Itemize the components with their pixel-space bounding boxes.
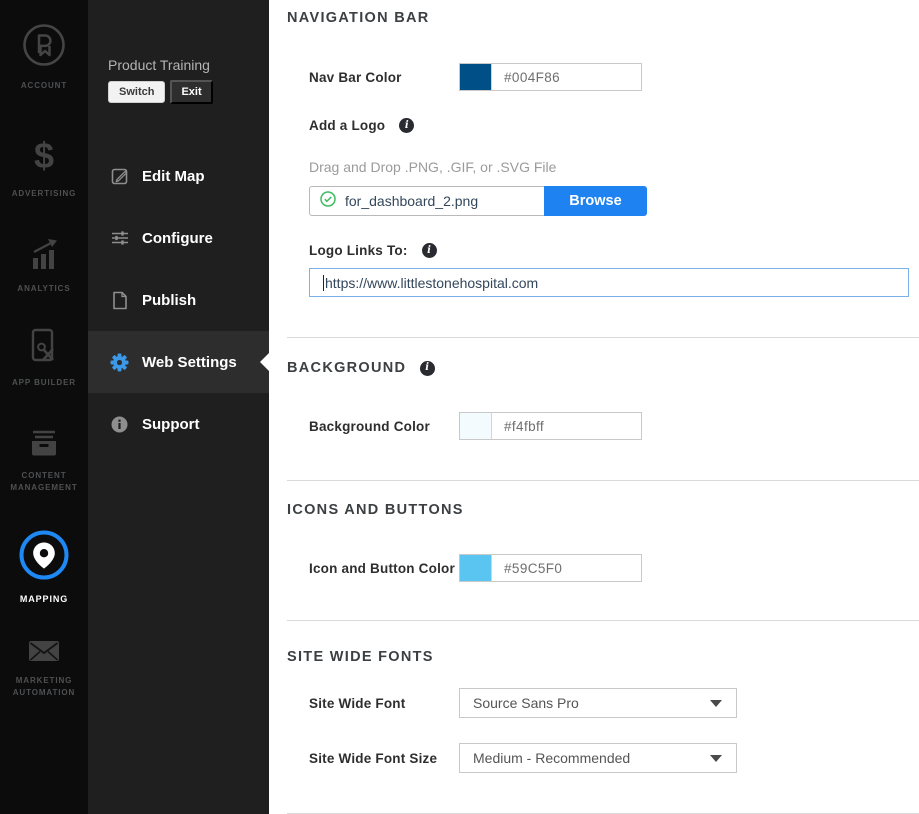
bar-chart-icon — [26, 237, 62, 276]
icon-button-color-swatch[interactable] — [460, 555, 492, 581]
nav-bar-color-swatch[interactable] — [460, 64, 492, 90]
check-circle-icon — [320, 191, 336, 212]
background-info-icon[interactable]: i — [420, 361, 435, 376]
sidebar-item-label: APP BUILDER — [12, 377, 76, 389]
secondary-sidebar: Product Training Switch Exit Edit Map — [88, 0, 269, 814]
section-title: ICONS AND BUTTONS — [287, 502, 464, 518]
web-settings-panel: NAVIGATION BAR Nav Bar Color #004F86 Add… — [269, 0, 919, 814]
background-color-swatch[interactable] — [460, 413, 492, 439]
sidebar-item-label: ANALYTICS — [17, 283, 70, 295]
switch-button[interactable]: Switch — [108, 81, 165, 103]
icon-button-color-row: Icon and Button Color #59C5F0 — [309, 554, 919, 582]
gear-icon — [110, 353, 129, 372]
add-logo-info-icon[interactable]: i — [399, 118, 414, 133]
section-divider — [287, 480, 919, 481]
nav-item-label: Publish — [142, 292, 196, 309]
text-cursor — [323, 275, 324, 291]
section-heading-background: BACKGROUND i — [287, 360, 919, 376]
sidebar-item-label: CONTENT MANAGEMENT — [0, 470, 88, 494]
logo-links-label: Logo Links To: — [309, 243, 408, 258]
site-wide-font-label: Site Wide Font — [309, 696, 459, 711]
active-item-arrow-icon — [260, 353, 269, 371]
sidebar-item-marketing-automation[interactable]: MARKETING AUTOMATION — [0, 639, 88, 699]
nav-item-label: Edit Map — [142, 168, 205, 185]
phone-tools-icon — [26, 327, 62, 370]
section-title: SITE WIDE FONTS — [287, 649, 434, 665]
sidebar-item-label: ADVERTISING — [12, 188, 77, 200]
nav-bar-color-label: Nav Bar Color — [309, 70, 459, 85]
browse-button[interactable]: Browse — [544, 186, 647, 216]
background-color-label: Background Color — [309, 419, 459, 434]
site-wide-font-size-select[interactable]: Medium - Recommended — [459, 743, 737, 773]
project-name: Product Training — [108, 57, 269, 73]
background-color-input[interactable]: #f4fbff — [492, 413, 641, 439]
nav-bar-color-row: Nav Bar Color #004F86 — [309, 63, 919, 91]
section-heading-icons-buttons: ICONS AND BUTTONS — [287, 502, 919, 518]
nav-item-web-settings[interactable]: Web Settings — [88, 331, 269, 393]
nav-item-support[interactable]: Support — [88, 393, 269, 455]
logo-links-row: Logo Links To: i — [309, 243, 919, 258]
archive-box-icon — [27, 428, 61, 463]
sidebar-item-label: MAPPING — [20, 593, 68, 605]
envelope-icon — [28, 639, 60, 668]
section-title: BACKGROUND — [287, 360, 406, 376]
dollar-icon: $ — [27, 136, 61, 181]
sliders-icon — [110, 229, 129, 247]
primary-sidebar: ACCOUNT $ ADVERTISING ANALYTICS — [0, 0, 88, 814]
settings-nav: Edit Map Configure Publish — [88, 145, 269, 455]
dropzone-hint: Drag and Drop .PNG, .GIF, or .SVG File — [309, 160, 919, 175]
logo-url-input[interactable]: https://www.littlestonehospital.com — [309, 268, 909, 297]
site-wide-font-size-row: Site Wide Font Size Medium - Recommended — [309, 743, 919, 773]
site-wide-font-select[interactable]: Source Sans Pro — [459, 688, 737, 718]
section-title: NAVIGATION BAR — [287, 10, 430, 26]
sidebar-item-account[interactable]: ACCOUNT — [0, 22, 88, 92]
logo-file-dropzone[interactable]: for_dashboard_2.png — [309, 186, 544, 216]
account-logo-icon — [21, 22, 67, 73]
svg-text:$: $ — [34, 136, 54, 176]
nav-bar-color-input[interactable]: #004F86 — [492, 64, 641, 90]
chevron-down-icon — [710, 700, 722, 707]
site-wide-font-value: Source Sans Pro — [473, 695, 579, 711]
add-logo-row: Add a Logo i — [309, 118, 919, 133]
sidebar-item-label: MARKETING AUTOMATION — [0, 675, 88, 699]
section-divider — [287, 337, 919, 338]
icon-button-color-input[interactable]: #59C5F0 — [492, 555, 641, 581]
icon-button-color-field: #59C5F0 — [459, 554, 642, 582]
logo-links-info-icon[interactable]: i — [422, 243, 437, 258]
site-wide-font-row: Site Wide Font Source Sans Pro — [309, 688, 919, 718]
nav-item-publish[interactable]: Publish — [88, 269, 269, 331]
document-icon — [110, 291, 129, 310]
sidebar-item-label: ACCOUNT — [21, 80, 67, 92]
nav-item-edit-map[interactable]: Edit Map — [88, 145, 269, 207]
site-wide-font-size-label: Site Wide Font Size — [309, 751, 459, 766]
chevron-down-icon — [710, 755, 722, 762]
nav-item-label: Web Settings — [142, 354, 237, 371]
section-heading-navigation-bar: NAVIGATION BAR — [287, 0, 919, 26]
uploaded-file-name: for_dashboard_2.png — [345, 193, 478, 209]
exit-button[interactable]: Exit — [170, 80, 212, 104]
sidebar-item-content-management[interactable]: CONTENT MANAGEMENT — [0, 428, 88, 494]
nav-bar-color-field: #004F86 — [459, 63, 642, 91]
site-wide-font-size-value: Medium - Recommended — [473, 750, 630, 766]
background-color-field: #f4fbff — [459, 412, 642, 440]
logo-url-value: https://www.littlestonehospital.com — [325, 275, 538, 291]
edit-pencil-icon — [110, 167, 129, 185]
background-color-row: Background Color #f4fbff — [309, 412, 919, 440]
project-header: Product Training Switch Exit — [88, 0, 269, 104]
sidebar-item-advertising[interactable]: $ ADVERTISING — [0, 136, 88, 200]
sidebar-item-mapping[interactable]: MAPPING — [0, 529, 88, 605]
nav-item-label: Support — [142, 416, 200, 433]
sidebar-item-app-builder[interactable]: APP BUILDER — [0, 327, 88, 389]
icon-button-color-label: Icon and Button Color — [309, 561, 459, 576]
logo-upload-control: for_dashboard_2.png Browse — [309, 186, 647, 216]
info-circle-icon — [110, 416, 129, 433]
map-pin-icon — [18, 529, 70, 586]
section-heading-site-wide-fonts: SITE WIDE FONTS — [287, 649, 919, 665]
nav-item-configure[interactable]: Configure — [88, 207, 269, 269]
section-divider — [287, 620, 919, 621]
add-logo-label: Add a Logo — [309, 118, 385, 133]
sidebar-item-analytics[interactable]: ANALYTICS — [0, 237, 88, 295]
nav-item-label: Configure — [142, 230, 213, 247]
